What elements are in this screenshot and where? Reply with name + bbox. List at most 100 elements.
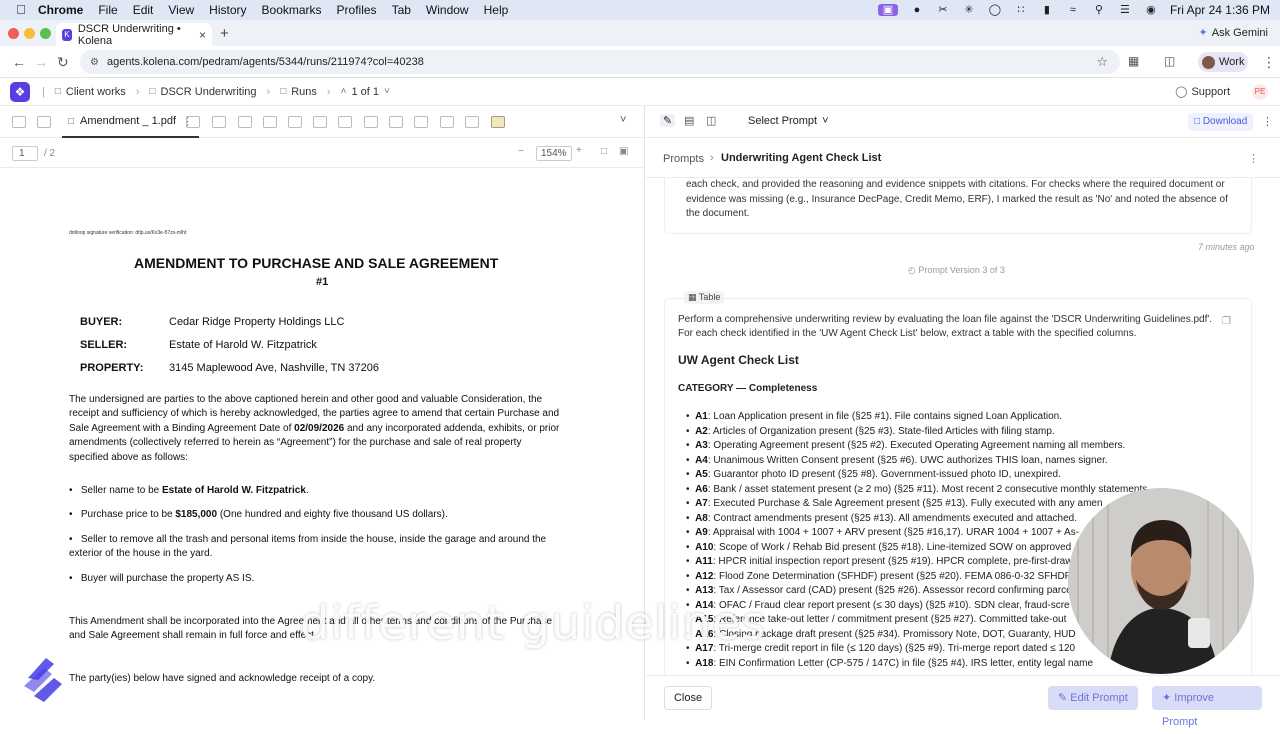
breadcrumb-prompts[interactable]: Prompts: [663, 153, 704, 165]
amendment-title: AMENDMENT TO PURCHASE AND SALE AGREEMENT: [134, 255, 499, 271]
checklist-item: • A4: Unanimous Written Consent present …: [686, 454, 1108, 466]
vpn-icon[interactable]: ◯: [988, 4, 1002, 16]
header-divider: |: [42, 85, 45, 98]
doc-thumbnail-icon[interactable]: [263, 116, 277, 128]
profile-button[interactable]: Work: [1198, 52, 1248, 72]
select-prompt-dropdown[interactable]: Select Prompt ˅: [748, 115, 829, 127]
improve-prompt-button[interactable]: ✦ Improve Prompt: [1152, 686, 1262, 728]
new-tab-button[interactable]: +: [220, 25, 229, 42]
forward-arrow-icon[interactable]: →: [34, 54, 48, 70]
grid-icon[interactable]: ∷: [1014, 4, 1028, 16]
download-label: Download: [1202, 116, 1248, 127]
doc-thumbnail-icon[interactable]: [288, 116, 302, 128]
doc-thumbnail-icon[interactable]: [414, 116, 428, 128]
menu-window[interactable]: Window: [426, 3, 469, 17]
doc-thumbnail-icon[interactable]: [212, 116, 226, 128]
close-window-button[interactable]: [8, 28, 19, 39]
body-line: specified above as follows:: [69, 452, 188, 463]
crumb-label: Runs: [291, 85, 317, 98]
user-avatar[interactable]: PE: [1252, 84, 1268, 100]
doc-thumbnail-icon[interactable]: [491, 116, 505, 128]
screen-record-icon[interactable]: ▣: [877, 4, 898, 16]
menu-history[interactable]: History: [209, 3, 246, 17]
sidepanel-icon[interactable]: ◫: [1164, 54, 1175, 68]
checklist-item: • A8: Contract amendments present (§25 #…: [686, 512, 1077, 524]
breadcrumb-client-works[interactable]: □ Client works: [55, 86, 126, 98]
address-bar[interactable]: ⚙ agents.kolena.com/pedram/agents/5344/r…: [80, 50, 1120, 74]
columns-icon[interactable]: ◫: [706, 114, 716, 127]
menu-bookmarks[interactable]: Bookmarks: [262, 3, 322, 17]
ask-gemini-button[interactable]: ✦ Ask Gemini: [1199, 26, 1268, 40]
app-header: ❖ | □ Client works › □ DSCR Underwriting…: [0, 78, 1280, 106]
copy-icon[interactable]: ❐: [1222, 316, 1231, 327]
doc-thumbnail-icon[interactable]: [12, 116, 26, 128]
menu-file[interactable]: File: [98, 3, 117, 17]
menu-app-name[interactable]: Chrome: [38, 3, 83, 17]
doc-thumbnail-icon[interactable]: [186, 116, 200, 128]
status-area: ▣ ● ✂ ✳ ◯ ∷ ▮ ≈ ⚲ ☰ ◉ Fri Apr 24 1:36 PM: [877, 0, 1270, 20]
minimize-window-button[interactable]: [24, 28, 35, 39]
menu-tab[interactable]: Tab: [392, 3, 411, 17]
document-tabs-toolbar: □ Amendment _ 1.pdf ⋮ ˅: [0, 106, 645, 138]
doc-thumbnail-icon[interactable]: [364, 116, 378, 128]
breadcrumb-runs[interactable]: □ Runs: [280, 86, 317, 98]
tab-title: DSCR Underwriting • Kolena: [77, 22, 181, 47]
doc-thumbnail-icon[interactable]: [313, 116, 327, 128]
browser-tab-active[interactable]: K DSCR Underwriting • Kolena ×: [56, 22, 212, 47]
doc-thumbnail-icon[interactable]: [338, 116, 352, 128]
breadcrumb-dscr-underwriting[interactable]: □ DSCR Underwriting: [149, 86, 256, 98]
edit-pencil-icon[interactable]: ✎: [660, 114, 676, 127]
site-info-icon[interactable]: ⚙: [90, 57, 99, 68]
download-button[interactable]: □ Download: [1188, 113, 1254, 131]
fit-page-icon[interactable]: □: [601, 146, 607, 157]
menu-profiles[interactable]: Profiles: [337, 3, 377, 17]
body-line: amendments (collectively referred to her…: [69, 437, 522, 448]
siri-icon[interactable]: ◉: [1144, 4, 1158, 16]
menu-edit[interactable]: Edit: [133, 3, 154, 17]
status-circle-icon[interactable]: ●: [910, 4, 924, 16]
document-icon[interactable]: ▤: [684, 114, 694, 127]
battery-icon[interactable]: ▮: [1040, 4, 1054, 16]
edit-prompt-button[interactable]: ✎ Edit Prompt: [1048, 686, 1138, 710]
rotate-icon[interactable]: ▣: [619, 146, 628, 157]
chevron-down-icon[interactable]: ˅: [384, 86, 390, 97]
doc-thumbnail-icon[interactable]: [37, 116, 51, 128]
maximize-window-button[interactable]: [40, 28, 51, 39]
kolena-logo-icon[interactable]: ❖: [10, 81, 30, 102]
apple-icon[interactable]: : [14, 3, 28, 17]
browser-menu-icon[interactable]: ⋮: [1262, 54, 1276, 71]
run-pager[interactable]: ˄ 1 of 1 ˅: [341, 86, 390, 98]
menu-view[interactable]: View: [168, 3, 194, 17]
wifi-icon[interactable]: ≈: [1066, 4, 1080, 16]
scissors-icon[interactable]: ✂: [936, 4, 950, 16]
close-tab-icon[interactable]: ×: [199, 28, 206, 42]
more-options-icon[interactable]: ⋮: [1248, 152, 1259, 165]
file-tab-amendment[interactable]: □ Amendment _ 1.pdf ⋮: [62, 106, 200, 138]
zoom-in-icon[interactable]: +: [576, 145, 582, 156]
doc-thumbnail-icon[interactable]: [238, 116, 252, 128]
bookmark-star-icon[interactable]: ☆: [1096, 54, 1108, 70]
doc-thumbnail-icon[interactable]: [389, 116, 403, 128]
seller-label: SELLER:: [80, 339, 128, 351]
support-icon: ◯: [1175, 86, 1188, 98]
page-number-input[interactable]: 1: [12, 146, 38, 161]
back-arrow-icon[interactable]: ←: [12, 54, 26, 70]
bullet-trash-removal-cont: exterior of the house in the yard.: [69, 548, 213, 559]
tabs-overflow-chevron-icon[interactable]: ˅: [620, 114, 626, 126]
zoom-level[interactable]: 154%: [536, 146, 572, 161]
support-button[interactable]: ◯ Support: [1175, 85, 1230, 99]
search-icon[interactable]: ⚲: [1092, 4, 1106, 16]
sparkle-icon[interactable]: ✳: [962, 4, 976, 16]
doc-thumbnail-icon[interactable]: [440, 116, 454, 128]
reload-icon[interactable]: ↻: [57, 54, 69, 71]
more-options-icon[interactable]: ⋮: [1262, 115, 1273, 128]
chevron-up-icon[interactable]: ˄: [341, 86, 347, 97]
extensions-icon[interactable]: ▦: [1128, 54, 1139, 68]
prompt-footer: Close ✎ Edit Prompt ✦ Improve Prompt: [646, 675, 1280, 728]
doc-thumbnail-icon[interactable]: [465, 116, 479, 128]
menu-clock[interactable]: Fri Apr 24 1:36 PM: [1170, 3, 1270, 17]
menu-help[interactable]: Help: [484, 3, 509, 17]
zoom-out-icon[interactable]: −: [518, 146, 524, 157]
close-button[interactable]: Close: [664, 686, 712, 710]
control-center-icon[interactable]: ☰: [1118, 4, 1132, 16]
